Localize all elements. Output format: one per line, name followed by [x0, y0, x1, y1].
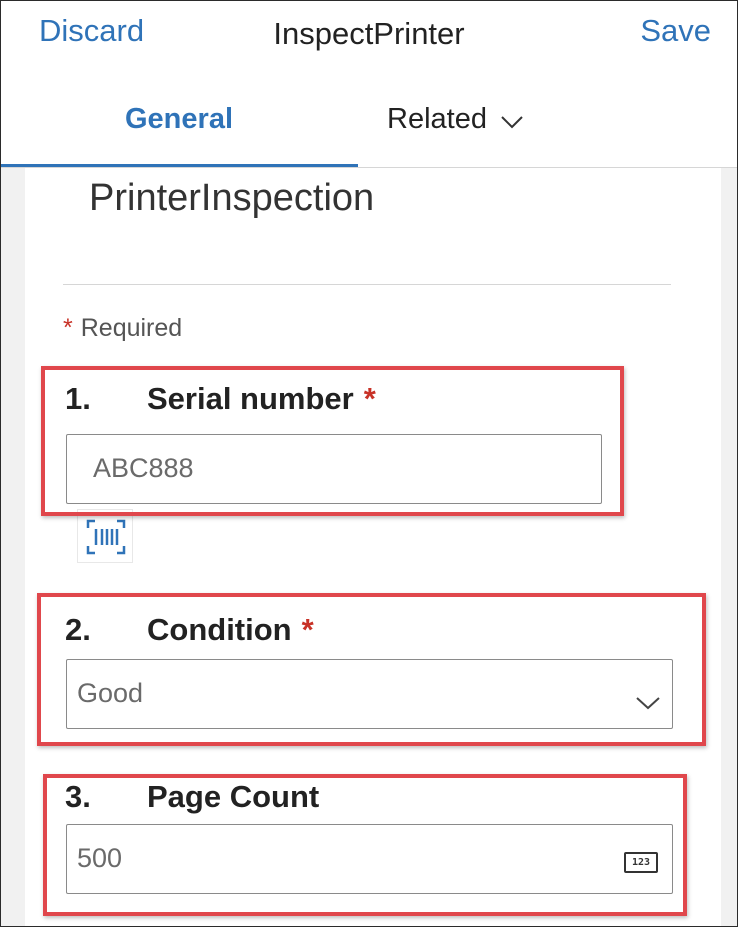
- required-text: Required: [80, 314, 183, 342]
- active-tab-indicator: [1, 164, 358, 167]
- tab-related[interactable]: Related: [387, 103, 523, 137]
- required-star: *: [363, 381, 376, 416]
- field-number-condition: 2.: [65, 612, 91, 647]
- numeric-keypad-icon: 123: [624, 852, 658, 873]
- serial-number-value: ABC888: [93, 453, 194, 483]
- screen-title: InspectPrinter: [273, 16, 465, 51]
- chevron-down-icon: [636, 686, 660, 717]
- tab-bar: General Related: [1, 71, 737, 168]
- top-bar: Discard InspectPrinter Save: [1, 1, 737, 72]
- app-frame: Discard InspectPrinter Save General Rela…: [0, 0, 738, 927]
- required-star: *: [301, 612, 314, 647]
- form-title: PrinterInspection: [89, 177, 375, 219]
- serial-number-label-text: Serial number: [147, 381, 354, 416]
- field-label-page-count: Page Count: [147, 779, 320, 814]
- barcode-scan-button[interactable]: [77, 509, 133, 563]
- page-count-input[interactable]: 500 123: [66, 824, 673, 894]
- condition-dropdown[interactable]: Good: [66, 659, 673, 729]
- required-star: *: [63, 314, 73, 342]
- chevron-down-icon: [501, 104, 523, 137]
- tab-related-label: Related: [387, 103, 487, 135]
- divider: [63, 284, 671, 285]
- field-number-serial: 1.: [65, 381, 91, 416]
- required-note: * Required: [63, 314, 182, 343]
- field-number-page-count: 3.: [65, 779, 91, 814]
- condition-selected-value: Good: [77, 678, 144, 708]
- barcode-scan-icon: [86, 519, 126, 555]
- field-label-serial: Serial number *: [147, 381, 376, 417]
- condition-label-text: Condition: [147, 612, 292, 647]
- serial-number-input[interactable]: ABC888: [66, 434, 602, 504]
- field-label-condition: Condition *: [147, 612, 314, 648]
- save-button[interactable]: Save: [640, 13, 711, 49]
- page-count-value: 500: [77, 843, 123, 873]
- tab-general[interactable]: General: [125, 103, 233, 136]
